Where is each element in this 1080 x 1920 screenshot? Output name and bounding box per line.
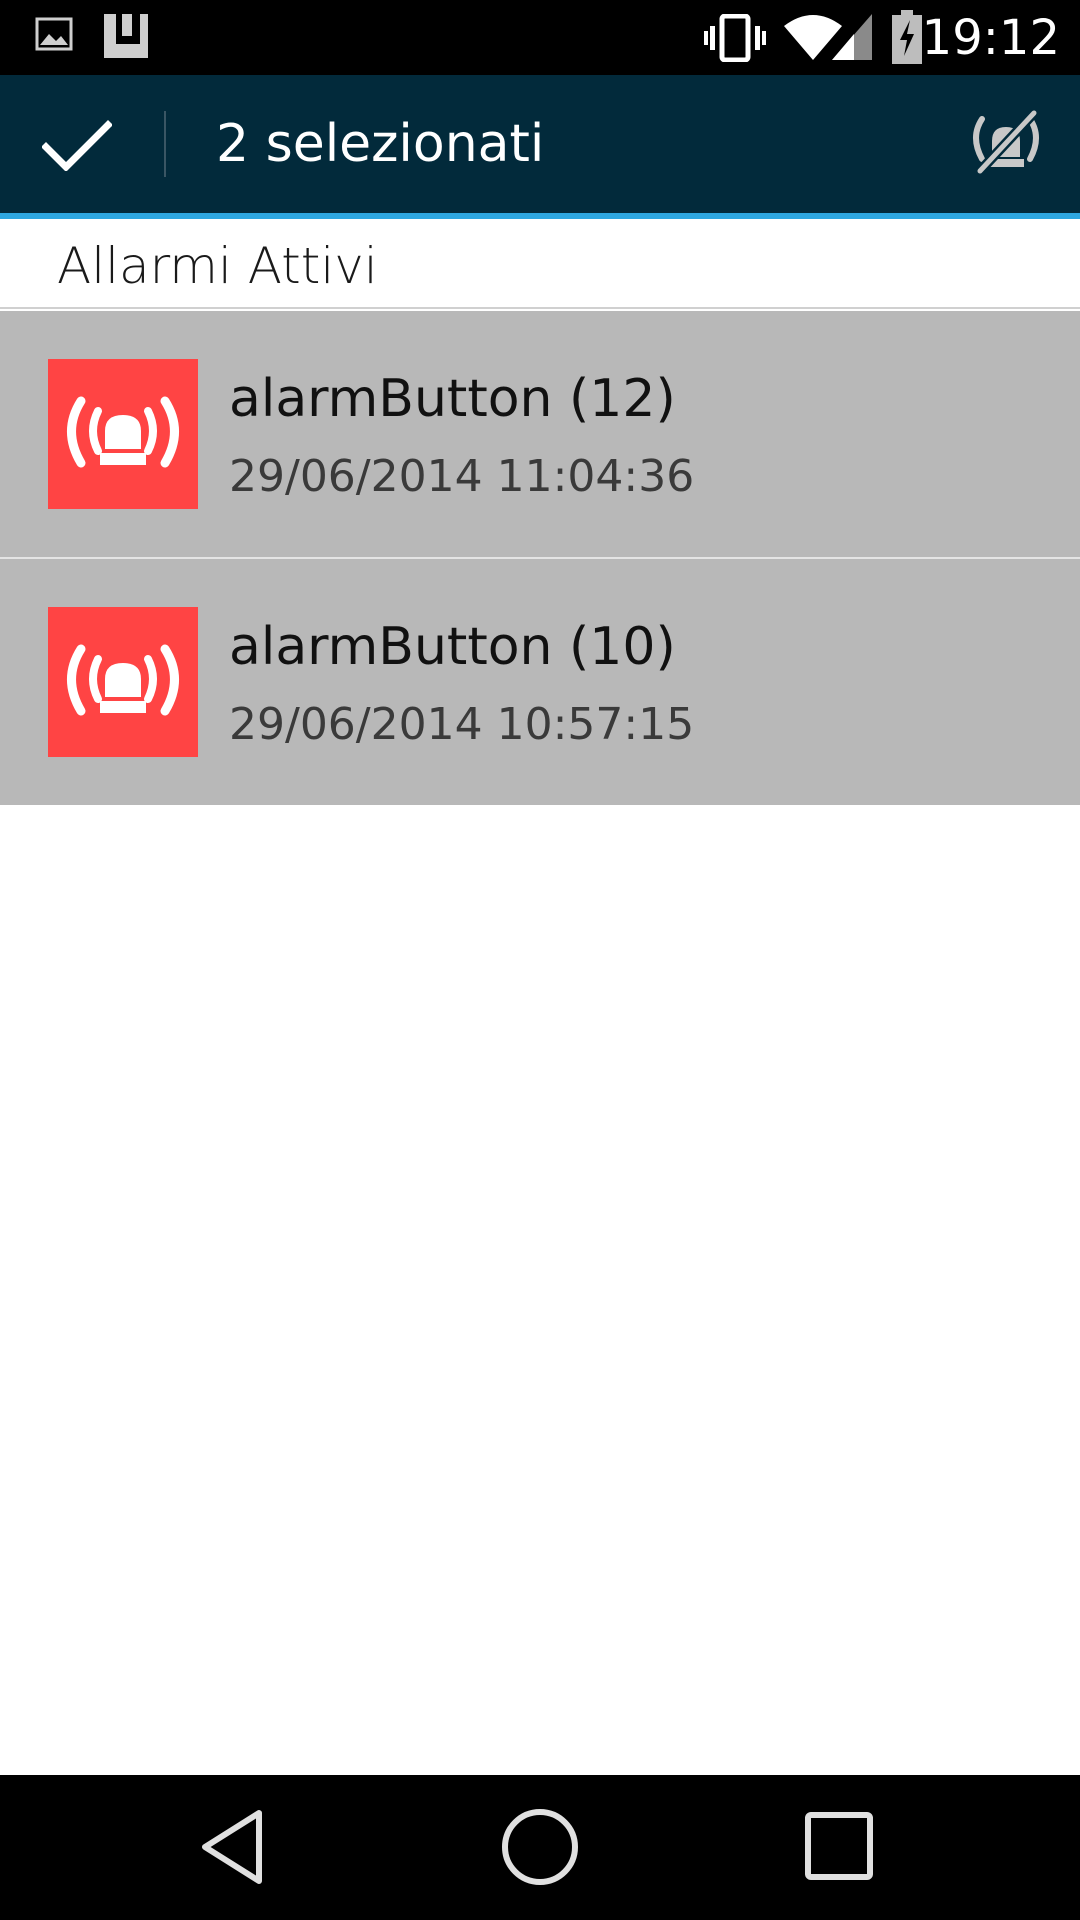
siren-icon — [48, 607, 198, 757]
check-icon — [42, 120, 112, 171]
done-button[interactable] — [0, 75, 160, 213]
recents-button[interactable] — [760, 1775, 920, 1920]
back-icon — [202, 1810, 262, 1884]
vibrate-icon — [704, 13, 766, 66]
battery-charging-icon — [892, 10, 922, 68]
screen: 19:12 2 selezionati Allarmi Attivi alarm… — [0, 0, 1080, 1920]
back-button[interactable] — [157, 1775, 317, 1920]
selection-count-title: 2 selezionati — [216, 114, 545, 174]
recents-icon — [805, 1812, 873, 1880]
app-notification-icon — [100, 10, 152, 66]
home-icon — [502, 1809, 578, 1885]
alarm-name: alarmButton (12) — [229, 369, 676, 429]
alarm-timestamp: 29/06/2014 10:57:15 — [229, 699, 695, 750]
alarm-list-item[interactable]: alarmButton (10) 29/06/2014 10:57:15 — [0, 557, 1080, 805]
alarm-name: alarmButton (10) — [229, 617, 676, 677]
mute-alarm-button[interactable] — [950, 95, 1060, 195]
alarm-timestamp: 29/06/2014 11:04:36 — [229, 451, 695, 502]
action-bar-divider — [164, 111, 166, 177]
contextual-action-bar: 2 selezionati — [0, 75, 1080, 213]
section-header: Allarmi Attivi — [0, 219, 1080, 309]
navigation-bar — [0, 1775, 1080, 1920]
alarm-list-item[interactable]: alarmButton (12) 29/06/2014 11:04:36 — [0, 311, 1080, 557]
section-title: Allarmi Attivi — [57, 237, 378, 295]
status-time: 19:12 — [921, 10, 1060, 66]
home-button[interactable] — [460, 1775, 620, 1920]
cell-signal-icon — [830, 12, 874, 66]
gallery-notification-icon — [34, 14, 74, 58]
alarm-list: alarmButton (12) 29/06/2014 11:04:36 ala… — [0, 311, 1080, 805]
siren-icon — [48, 359, 198, 509]
status-bar: 19:12 — [0, 0, 1080, 75]
alarm-off-icon — [973, 109, 1039, 175]
